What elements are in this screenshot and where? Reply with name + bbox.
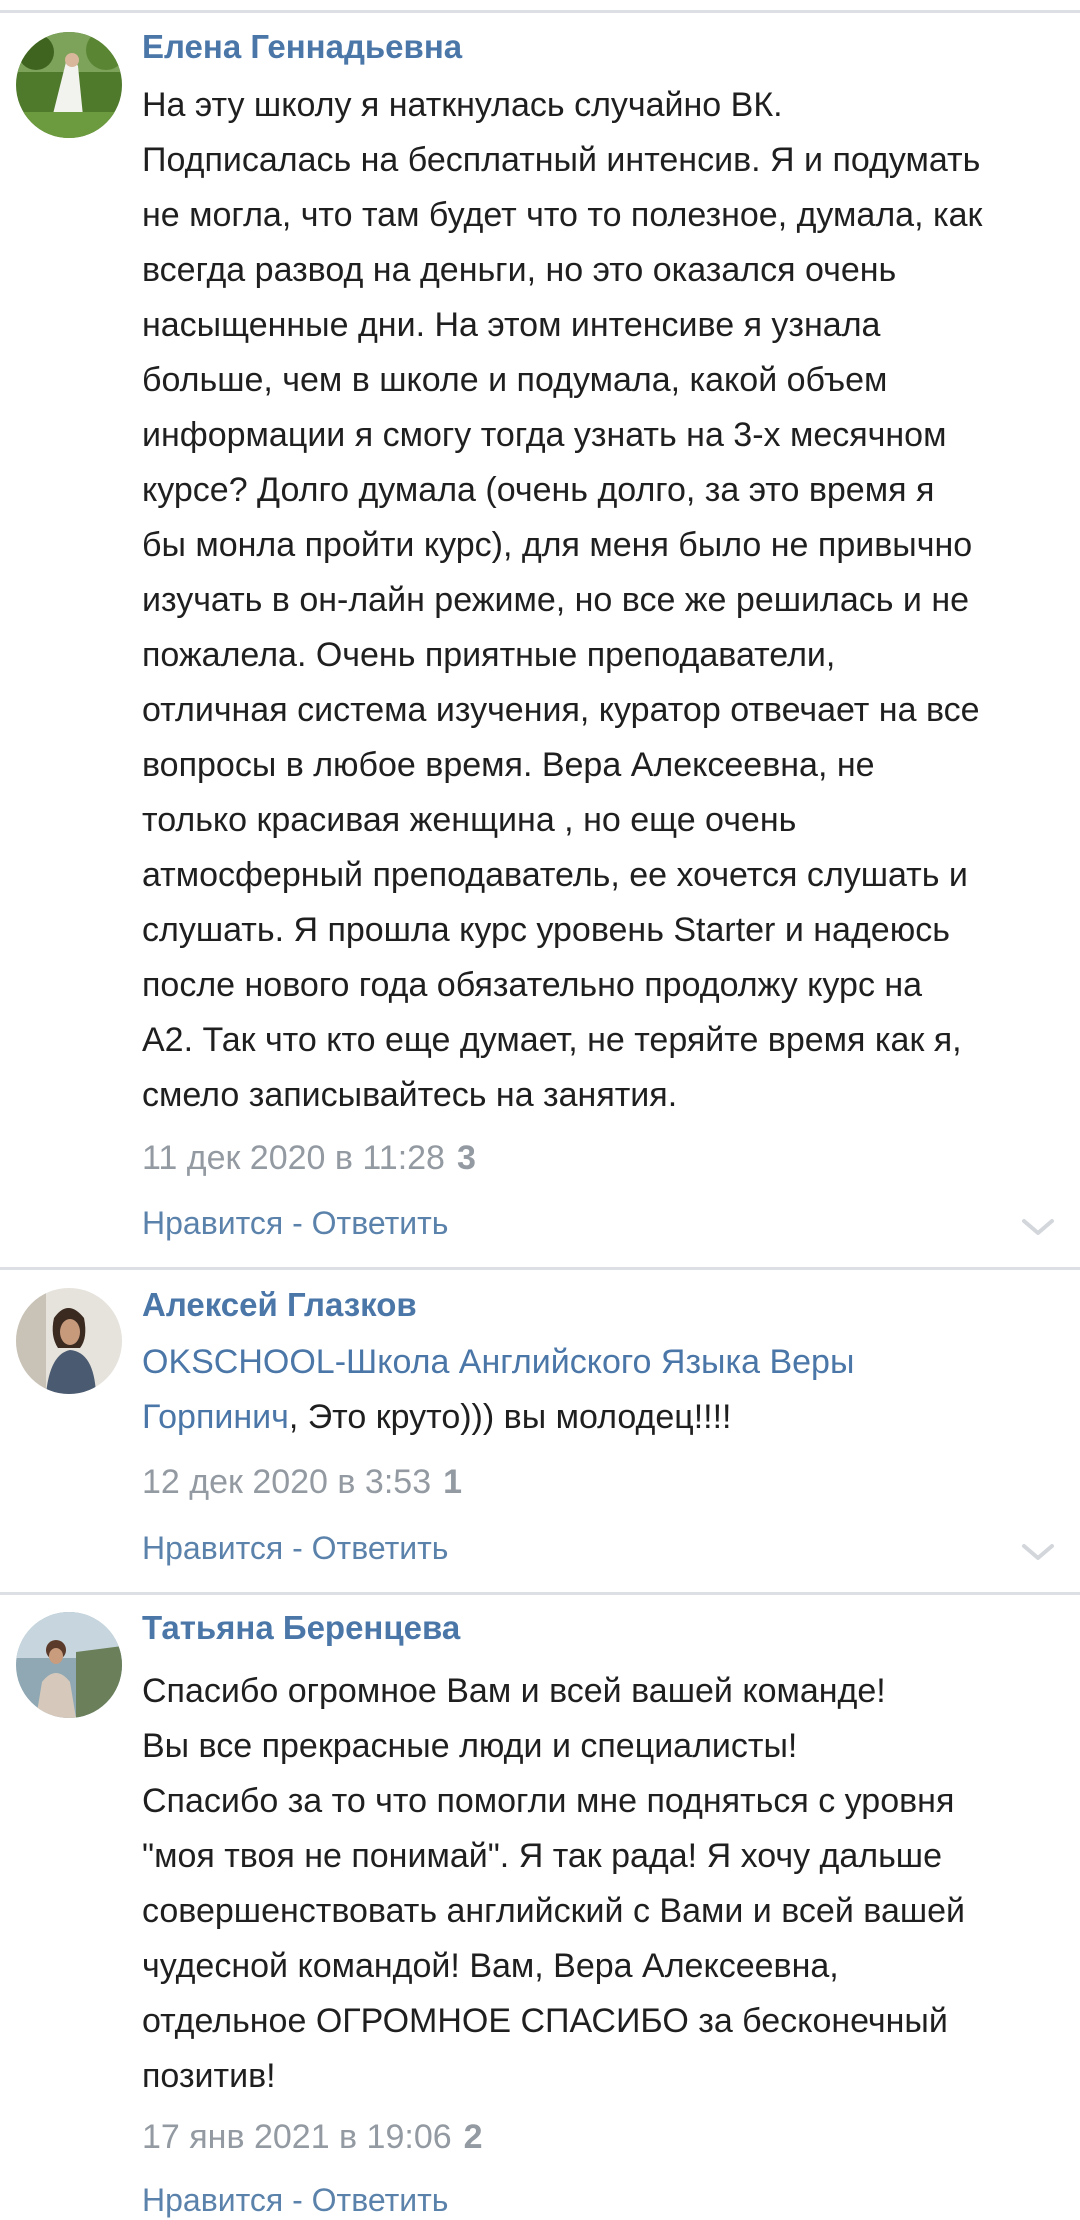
text-line: Спасибо огромное Вам и всей вашей команд… <box>142 1672 886 1710</box>
comment-text: На эту школу я наткнулась случайно ВК. П… <box>142 78 1062 1123</box>
woman-photo-avatar <box>16 1612 122 1718</box>
text-line: информации я смогу тогда узнать на 3-х м… <box>142 416 947 454</box>
comment-body: , Это круто))) вы молодец!!!! <box>288 1398 732 1436</box>
text-line: OKSCHOOL-Школа Английского Языка Веры <box>142 1335 1062 1390</box>
text-line: На эту школу я наткнулась случайно ВК. <box>142 86 783 124</box>
text-line: Подписалась на бесплатный интенсив. Я и … <box>142 141 981 179</box>
text-line: насыщенные дни. На этом интенсиве я узна… <box>142 306 881 344</box>
like-button[interactable]: Нравится <box>142 1205 283 1241</box>
comment-date[interactable]: 12 дек 2020 в 3:53 <box>142 1463 431 1501</box>
text-line: всегда развод на деньги, но это оказался… <box>142 251 897 289</box>
text-line: пожалела. Очень приятные преподаватели, <box>142 636 836 674</box>
text-line: не могла, что там будет что то полезное,… <box>142 196 983 234</box>
reply-button[interactable]: Ответить <box>312 1530 449 1566</box>
text-line: после нового года обязательно продолжу к… <box>142 966 923 1004</box>
comment-author[interactable]: Елена Геннадьевна <box>142 27 462 67</box>
reply-button[interactable]: Ответить <box>312 2182 449 2218</box>
bride-photo-avatar <box>16 32 122 138</box>
likes-count: 3 <box>456 1139 476 1177</box>
mention-link[interactable]: OKSCHOOL-Школа Английского Языка Веры <box>142 1343 854 1381</box>
comment-text: OKSCHOOL-Школа Английского Языка Веры Го… <box>142 1335 1062 1445</box>
text-line: отдельное ОГРОМНОЕ СПАСИБО за бесконечны… <box>142 2002 948 2040</box>
top-divider <box>0 0 1080 14</box>
comment-meta: 17 янв 2021 в 19:06 2 <box>142 2115 483 2159</box>
comment-author[interactable]: Татьяна Беренцева <box>142 1608 460 1648</box>
text-line: атмосферный преподаватель, ее хочется сл… <box>142 856 968 894</box>
text-line: Горпинич, Это круто))) вы молодец!!!! <box>142 1390 1062 1445</box>
comment-meta: 12 дек 2020 в 3:53 1 <box>142 1460 462 1504</box>
mention-link[interactable]: Горпинич <box>142 1398 289 1436</box>
comment-divider <box>0 1592 1080 1595</box>
text-line: смело записывайтесь на занятия. <box>142 1076 678 1114</box>
text-line: чудесной командой! Вам, Вера Алексеевна, <box>142 1947 839 1985</box>
text-line: Спасибо за то что помогли мне подняться … <box>142 1782 955 1820</box>
comment-text: Спасибо огромное Вам и всей вашей команд… <box>142 1664 1062 2104</box>
likes-count: 2 <box>463 2118 483 2156</box>
text-line: слушать. Я прошла курс уровень Starter и… <box>142 911 950 949</box>
avatar[interactable] <box>16 1288 122 1394</box>
like-button[interactable]: Нравится <box>142 1530 283 1566</box>
action-separator: - <box>283 1530 312 1566</box>
chevron-down-icon[interactable] <box>1020 1540 1056 1564</box>
comment-actions: Нравится - Ответить <box>142 1528 448 1568</box>
likes-count: 1 <box>443 1463 463 1501</box>
text-line: Вы все прекрасные люди и специалисты! <box>142 1727 798 1765</box>
text-line: совершенствовать английский с Вами и все… <box>142 1892 966 1930</box>
comment-actions: Нравится - Ответить <box>142 2180 448 2220</box>
comment-meta: 11 дек 2020 в 11:28 3 <box>142 1136 476 1180</box>
comment-date[interactable]: 17 янв 2021 в 19:06 <box>142 2118 452 2156</box>
text-line: "моя твоя не понимай". Я так рада! Я хоч… <box>142 1837 942 1875</box>
comment-author[interactable]: Алексей Глазков <box>142 1285 417 1325</box>
man-photo-avatar <box>16 1288 122 1394</box>
text-line: вопросы в любое время. Вера Алексеевна, … <box>142 746 875 784</box>
action-separator: - <box>283 2182 312 2218</box>
text-line: изучать в он-лайн режиме, но все же реши… <box>142 581 970 619</box>
text-line: А2. Так что кто еще думает, не теряйте в… <box>142 1021 962 1059</box>
comment-date[interactable]: 11 дек 2020 в 11:28 <box>142 1139 445 1177</box>
text-line: курсе? Долго думала (очень долго, за это… <box>142 471 935 509</box>
avatar[interactable] <box>16 1612 122 1718</box>
text-line: позитив! <box>142 2057 276 2095</box>
text-line: бы монла пройти курс), для меня было не … <box>142 526 973 564</box>
text-line: больше, чем в школе и подумала, какой об… <box>142 361 888 399</box>
action-separator: - <box>283 1205 312 1241</box>
text-line: только красивая женщина , но еще очень <box>142 801 797 839</box>
comment-divider <box>0 1267 1080 1270</box>
reply-button[interactable]: Ответить <box>312 1205 449 1241</box>
comment-actions: Нравится - Ответить <box>142 1203 448 1243</box>
avatar[interactable] <box>16 32 122 138</box>
chevron-down-icon[interactable] <box>1020 1215 1056 1239</box>
like-button[interactable]: Нравится <box>142 2182 283 2218</box>
text-line: отличная система изучения, куратор отвеч… <box>142 691 980 729</box>
